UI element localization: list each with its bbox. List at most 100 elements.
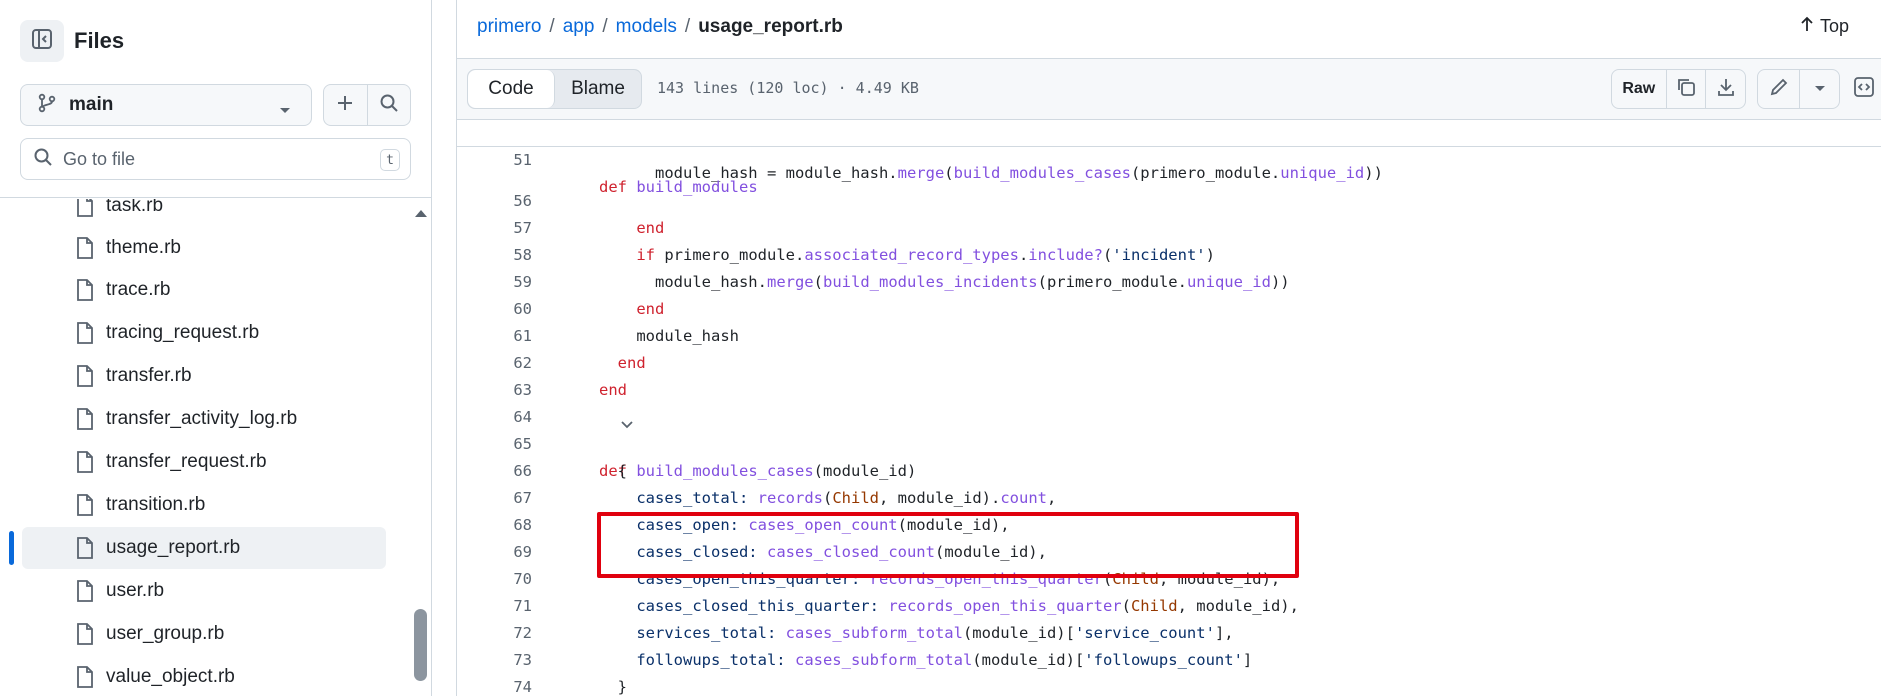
sidebar-actions xyxy=(323,84,411,126)
scrollbar-thumb[interactable] xyxy=(414,609,427,681)
edit-actions-group xyxy=(1757,69,1840,109)
file-tree-item[interactable]: transfer_activity_log.rb xyxy=(22,398,386,440)
breadcrumb-repo-link[interactable]: primero xyxy=(477,16,541,38)
file-tree-item[interactable]: user.rb xyxy=(22,570,386,612)
branch-selector[interactable]: main xyxy=(20,84,312,126)
code-line[interactable]: 73 } xyxy=(457,620,1881,696)
file-name: transfer_activity_log.rb xyxy=(106,408,298,429)
file-name: usage_report.rb xyxy=(106,537,241,558)
copy-icon xyxy=(1676,77,1696,102)
file-info: 143 lines (120 loc) · 4.49 KB xyxy=(657,79,919,97)
view-mode-tabs: Code Blame xyxy=(467,69,642,109)
file-name: value_object.rb xyxy=(106,666,235,687)
file-tree-item[interactable]: transfer.rb xyxy=(22,355,386,397)
code-line[interactable]: 75 xyxy=(457,674,1881,696)
git-branch-icon xyxy=(37,93,57,118)
file-icon xyxy=(76,451,94,478)
highlight-annotation-box xyxy=(597,512,1299,578)
file-tree-item[interactable]: value_object.rb xyxy=(22,656,386,696)
search-icon xyxy=(33,147,53,172)
file-name: trace.rb xyxy=(106,279,171,300)
scroll-up-arrow-icon[interactable] xyxy=(414,205,428,223)
edit-options-dropdown[interactable] xyxy=(1799,70,1839,108)
sidebar-collapse-icon xyxy=(31,28,53,55)
code-line[interactable]: 68 cases_closed: cases_closed_count(modu… xyxy=(457,485,1881,561)
file-viewer: primero / app / models / usage_report.rb… xyxy=(456,0,1881,696)
code-line[interactable]: 65 { xyxy=(457,404,1881,480)
breadcrumb-separator: / xyxy=(549,16,555,37)
code-text: def build_modules xyxy=(599,178,758,196)
breadcrumb-app-link[interactable]: app xyxy=(563,16,595,38)
file-tree-item-active[interactable]: usage_report.rb xyxy=(22,527,386,569)
file-name: transition.rb xyxy=(106,494,206,515)
edit-file-button[interactable] xyxy=(1758,70,1799,108)
code-line[interactable]: 59 end xyxy=(457,242,1881,318)
file-tree-item[interactable]: task.rb xyxy=(22,199,386,227)
symbols-panel-group xyxy=(1851,69,1877,109)
file-icon xyxy=(76,237,94,264)
file-icon xyxy=(76,199,94,222)
breadcrumb-separator: / xyxy=(602,16,608,37)
tab-blame[interactable]: Blame xyxy=(555,70,641,108)
sidebar-header: Files main Go to file t xyxy=(0,0,431,198)
file-tree-sidebar: Files main Go to file t task.rb theme.rb… xyxy=(0,0,432,696)
breadcrumb-separator: / xyxy=(684,16,691,37)
pencil-icon xyxy=(1769,77,1789,102)
search-files-button[interactable] xyxy=(366,85,411,125)
file-icon xyxy=(76,580,94,607)
file-tree-item[interactable]: transition.rb xyxy=(22,484,386,526)
file-name: user.rb xyxy=(106,580,165,601)
top-label: Top xyxy=(1820,16,1850,36)
sidebar-title: Files xyxy=(74,28,125,53)
file-tree-item[interactable]: user_group.rb xyxy=(22,613,386,655)
caret-down-icon xyxy=(279,102,291,120)
code-line[interactable]: 60 module_hash xyxy=(457,269,1881,345)
file-name: transfer_request.rb xyxy=(106,451,267,472)
symbols-panel-button[interactable] xyxy=(1851,69,1877,109)
tab-code[interactable]: Code xyxy=(468,70,555,108)
line-number: 51 xyxy=(513,151,532,169)
arrow-up-icon xyxy=(1800,16,1814,37)
code-line[interactable]: 72 followups_total: cases_subform_total(… xyxy=(457,593,1881,669)
code-viewer: 51 def build_modules module_hash = modul… xyxy=(457,120,1881,696)
collapse-sidebar-button[interactable] xyxy=(20,20,64,62)
file-toolbar: Code Blame 143 lines (120 loc) · 4.49 KB… xyxy=(457,58,1881,120)
file-icon xyxy=(76,666,94,693)
sticky-code-line[interactable]: 51 def build_modules xyxy=(457,120,1881,196)
download-icon xyxy=(1716,77,1736,102)
file-tree-item[interactable]: tracing_request.rb xyxy=(22,312,386,354)
code-line[interactable]: 74 end xyxy=(457,647,1881,696)
file-icon xyxy=(76,408,94,435)
file-tree-item[interactable]: transfer_request.rb xyxy=(22,441,386,483)
back-to-top-button[interactable]: Top xyxy=(1800,16,1849,37)
file-name: tracing_request.rb xyxy=(106,322,260,343)
active-file-indicator xyxy=(9,531,14,565)
code-line[interactable]: 63 xyxy=(457,350,1881,399)
branch-name: main xyxy=(69,94,114,115)
breadcrumb: primero / app / models / usage_report.rb xyxy=(477,16,843,38)
code-line[interactable]: 66 cases_total: records(Child, module_id… xyxy=(457,431,1881,507)
add-file-button[interactable] xyxy=(324,85,367,125)
code-line[interactable]: 61 end xyxy=(457,296,1881,372)
code-line[interactable]: 67 cases_open: cases_open_count(module_i… xyxy=(457,458,1881,534)
file-tree-item[interactable]: theme.rb xyxy=(22,227,386,269)
file-name: user_group.rb xyxy=(106,623,225,644)
go-to-file-field[interactable]: t xyxy=(20,138,411,180)
code-line[interactable]: 64 def build_modules_cases(module_id) xyxy=(457,377,1881,480)
raw-actions-group: Raw xyxy=(1611,69,1746,109)
code-line[interactable]: 58 module_hash.merge(build_modules_incid… xyxy=(457,215,1881,291)
breadcrumb-models-link[interactable]: models xyxy=(616,16,677,38)
file-tree-item[interactable]: trace.rb xyxy=(22,269,386,311)
raw-button[interactable]: Raw xyxy=(1612,70,1666,108)
file-icon xyxy=(76,279,94,306)
download-button[interactable] xyxy=(1705,70,1745,108)
sidebar-scrollbar[interactable] xyxy=(410,199,431,696)
go-to-file-input[interactable] xyxy=(63,148,363,170)
file-icon xyxy=(76,537,94,564)
file-icon xyxy=(76,365,94,392)
code-square-icon xyxy=(1853,76,1875,103)
code-line[interactable]: 62 end xyxy=(457,323,1881,399)
copy-raw-button[interactable] xyxy=(1665,70,1706,108)
file-tree: task.rb theme.rb trace.rb tracing_reques… xyxy=(0,199,410,696)
file-icon xyxy=(76,494,94,521)
